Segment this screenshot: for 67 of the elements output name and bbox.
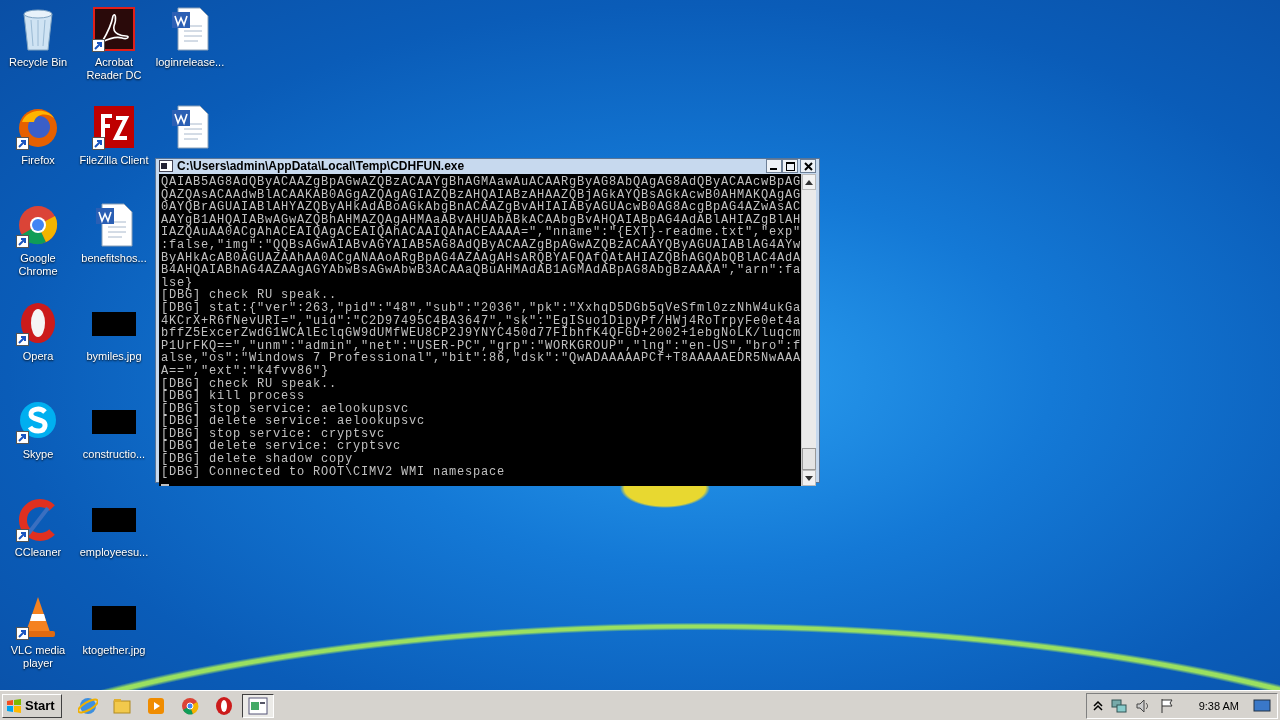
chrome-icon [179,695,200,716]
console-line: B4AHQAIABhAG4AZAAgAGYAbwBsAGwAbwB3ACAAaQBuAHMAdAB1AGMAdABpAG8AbgBzAAAA","arn":fa [161,264,802,277]
globe-icon [77,695,98,716]
console-line: [DBG] stop service: cryptsvc [161,427,386,441]
console-line: [DBG] delete shadow copy [161,453,354,466]
close-button[interactable] [800,159,816,173]
console-line: :false,"img":"QQBsAGwAIABvAGYAIAB5AG8AdQByACAAZgBpAGwAZQBzACAAYQByAGUAIABlAG4AYw [161,238,802,252]
desktop-icon[interactable]: ktogether.jpg [76,592,152,657]
console-line: [DBG] Connected to ROOT\CIMV2 WMI namespace [161,465,506,479]
console-line: A==","ext":"k4fvv86"} [161,364,330,378]
desktop-icon[interactable]: Skype [0,396,76,461]
desktop-icon[interactable]: Opera [0,298,76,363]
text-cursor [161,484,169,487]
flag-icon[interactable] [1158,697,1175,714]
console-line: QAIAB5AG8AdQByACAAZgBpAGwAZQBzACAAYgBhAGMAawAuACAARgByAG8AbQAgAG8AdQByACAAcwBpAG [161,176,802,189]
console-line: [DBG] kill process [161,390,306,403]
desktop-icon[interactable]: FileZilla Client [76,102,152,167]
desktop-icon[interactable]: Recycle Bin [0,4,76,69]
console-icon [159,160,173,172]
console-line: IAZQAuAA0ACgAhACEAIQAgACEAIQAhACAAIQAhACEAAAA=","nname":"{EXT}-readme.txt","exp" [161,226,802,239]
console-line: lse} [161,276,193,290]
console-line: QAZQAsACAAdwBlACAAKAB0AGgAZQAgAGIAZQBzAHQAIABzAHAAZQBjAGkAYQBsAGkAcwB0AHMAKQAgAG [161,188,802,202]
console-line: bffZ5ExcerZwdG1WCAlEclqGW9dUMfWEU8CP2J9YNYC450d77FIbhfK4QFGD+2002+1ebgNoLK/luqcm [161,327,802,340]
volume-icon[interactable] [1134,697,1151,714]
show-desktop-icon[interactable] [1253,697,1271,714]
desktop-icon[interactable]: benefitshos... [76,200,152,265]
down-arrow-icon [805,475,814,481]
scrollbar[interactable] [801,174,816,487]
console-line: P1UrFKQ==","unm":"admin","net":"USER-PC","grp":"WORKGROUP","lng":"en-US","bro":f [161,339,802,353]
network-icon[interactable] [1110,697,1127,714]
media-player-icon [145,695,166,716]
console-line: [DBG] delete service: aelookupsvc [161,415,426,428]
desktop-icon[interactable]: loginrelease... [152,4,228,69]
desktop-icon[interactable]: Google Chrome [0,200,76,278]
desktop-icon[interactable]: Acrobat Reader DC [76,4,152,82]
taskbar-button[interactable] [241,693,274,718]
acrobat-icon [92,6,136,52]
close-icon [803,161,813,171]
windows-logo-icon [6,698,22,713]
console-line: ByAHkAcAB0AGUAZAAhAA0ACgANAAoARgBpAG4AZAAgAHsARQBYAFQAfQAtAHIAZQBhAGQAbQBlAC4AdA [161,251,802,265]
console-line: AAYgB1AHQAIABwAGwAZQBhAHMAZQAgAHMAaABvAHUAbABkACAAbgBvAHQAIABpAG4AdABlAHIAZgBlAH [161,213,802,227]
console-line: [DBG] check RU speak.. [161,289,338,302]
console-icon [247,696,268,715]
scroll-thumb[interactable] [802,448,816,471]
console-line: 0AYQBrAGUAIABlAHYAZQByAHkAdABoAGkAbgBnACAAZgBvAHIAIAByAGUAcwB0AG8AcgBpAG4AZwAsAC [161,201,802,214]
minimize-button[interactable] [766,159,782,173]
console-line: [DBG] stop service: aelookupsvc [161,402,410,416]
desktop-icon[interactable]: CCleaner [0,494,76,559]
filezilla-icon [92,104,136,150]
console-line: [DBG] check RU speak.. [161,377,338,391]
window-title: C:\Users\admin\AppData\Local\Temp\CDHFUN.exe [177,159,466,173]
console-line: [DBG] stat:{"ver":263,"pid":"48","sub":"2036","pk":"XxhqD5DGb5qVeSfml0zzNhW4ukGa [161,301,802,315]
desktop-icon[interactable]: bymiles.jpg [76,298,152,363]
console-line: alse,"os":"Windows 7 Professional","bit":86,"dsk":"QwADAAAAAPCf+T8AAAAAEDR5NwAAA [161,352,802,365]
maximize-icon [785,161,795,171]
console-line: 4KCrX+R6fNevURI=","uid":"C2D97495C4BA3647","sk":"EgISuo1DipyPf/HWj4RoTrpyFe0et4a [161,314,802,328]
desktop-icon[interactable]: VLC media player [0,592,76,670]
desktop-icon[interactable]: employeesu... [76,494,152,559]
opera-icon [213,695,234,716]
console-line: [DBG] delete service: cryptsvc [161,440,402,454]
maximize-button[interactable] [782,159,798,173]
desktop-icon[interactable]: Firefox [0,102,76,167]
desktop-icon[interactable]: constructio... [76,396,152,461]
up-arrow-icon [805,179,814,185]
start-button[interactable]: Start [2,693,62,718]
chevron-up-icon[interactable] [1092,700,1103,711]
clock[interactable]: 9:38 AM [1198,699,1239,712]
